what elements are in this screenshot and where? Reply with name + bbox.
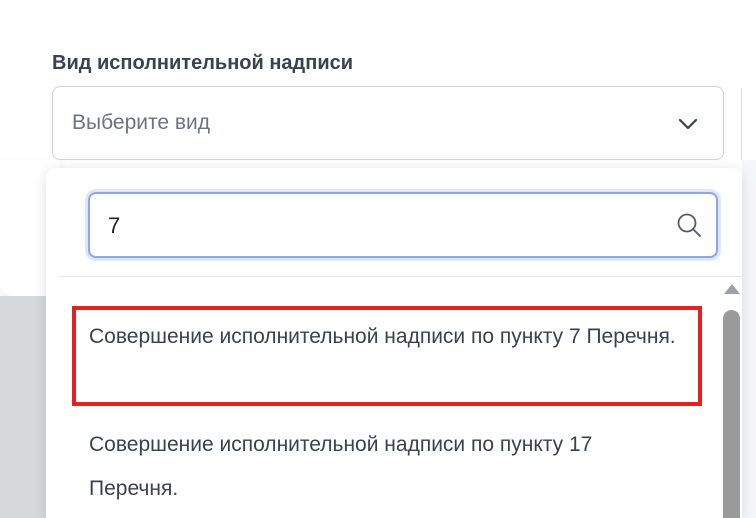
dropdown-panel: 7 Совершение исполнительной надписи по п… xyxy=(46,168,742,518)
search-icon xyxy=(677,213,701,237)
list-option[interactable]: Совершение исполнительной надписи по пун… xyxy=(72,423,702,518)
select-dropdown[interactable]: Выберите вид xyxy=(52,86,724,160)
search-input-value: 7 xyxy=(108,213,121,238)
chevron-down-icon[interactable] xyxy=(677,113,699,135)
list-option-highlighted[interactable]: Совершение исполнительной надписи по пун… xyxy=(72,306,702,406)
search-input[interactable]: 7 xyxy=(88,192,718,258)
options-list: Совершение исполнительной надписи по пун… xyxy=(60,276,722,518)
adjacent-panel xyxy=(742,160,756,518)
adjacent-field-edge xyxy=(741,88,742,160)
scrollbar[interactable] xyxy=(720,284,744,518)
scroll-up-arrow-icon[interactable] xyxy=(724,284,740,294)
search-area: 7 xyxy=(60,168,742,277)
select-placeholder: Выберите вид xyxy=(72,111,211,134)
field-label: Вид исполнительной надписи xyxy=(52,52,354,74)
scroll-thumb[interactable] xyxy=(723,310,740,518)
